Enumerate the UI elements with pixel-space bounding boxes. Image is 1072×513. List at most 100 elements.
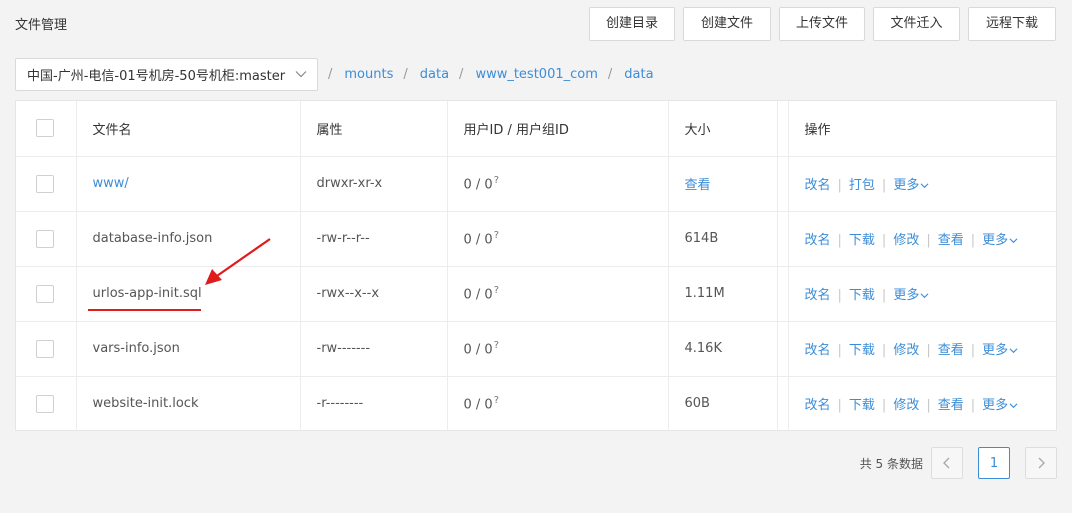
rename-link[interactable]: 改名: [805, 343, 831, 358]
file-owner: 0 / 0?: [447, 321, 669, 377]
annotation-underline: [88, 309, 201, 311]
file-attr: -rw-r--r--: [300, 211, 448, 267]
page-number-button[interactable]: 1: [978, 447, 1010, 479]
rename-link[interactable]: 改名: [805, 288, 831, 303]
file-size: 60B: [668, 376, 778, 431]
breadcrumb-item-mounts[interactable]: mounts: [344, 67, 393, 82]
file-attr: drwxr-xr-x: [300, 156, 448, 212]
file-import-button[interactable]: 文件迁入: [873, 7, 960, 41]
chevron-down-icon: [1009, 348, 1018, 354]
chevron-down-icon: [1009, 403, 1018, 409]
chevron-left-icon: [943, 457, 950, 469]
column-header-attr: 属性: [300, 101, 448, 157]
select-all-checkbox[interactable]: [36, 119, 54, 138]
download-link[interactable]: 下载: [849, 233, 875, 248]
chevron-down-icon: [920, 293, 929, 299]
rename-link[interactable]: 改名: [805, 233, 831, 248]
breadcrumb: / mounts / data / www_test001_com / data: [328, 67, 654, 82]
column-header-ops: 操作: [788, 101, 1056, 157]
row-checkbox[interactable]: [36, 284, 54, 303]
file-size: 4.16K: [668, 321, 778, 377]
create-file-button[interactable]: 创建文件: [683, 7, 771, 41]
breadcrumb-item-data[interactable]: data: [420, 67, 449, 82]
prev-page-button[interactable]: [931, 447, 963, 479]
row-actions: 改名 | 下载 | 修改 | 查看 | 更多: [788, 321, 1056, 377]
toolbar: 创建目录 创建文件 上传文件 文件迁入 远程下载: [589, 7, 1056, 41]
file-owner: 0 / 0?: [447, 266, 669, 322]
upload-file-button[interactable]: 上传文件: [779, 7, 865, 41]
help-icon[interactable]: ?: [494, 175, 499, 186]
column-header-owner: 用户ID / 用户组ID: [447, 101, 669, 157]
pagination: 共 5 条数据 1: [860, 447, 1057, 479]
table-row: database-info.json -rw-r--r-- 0 / 0? 614…: [16, 211, 1056, 267]
edit-link[interactable]: 修改: [893, 398, 919, 413]
column-header-size: 大小: [668, 101, 778, 157]
help-icon[interactable]: ?: [494, 340, 499, 351]
table-row: urlos-app-init.sql -rwx--x--x 0 / 0? 1.1…: [16, 266, 1056, 322]
breadcrumb-item-current[interactable]: data: [624, 67, 653, 82]
row-checkbox[interactable]: [36, 229, 54, 248]
file-attr: -rwx--x--x: [300, 266, 448, 322]
rename-link[interactable]: 改名: [805, 398, 831, 413]
row-checkbox[interactable]: [36, 339, 54, 358]
chevron-down-icon: [295, 71, 307, 78]
chevron-down-icon: [920, 183, 929, 189]
file-owner: 0 / 0?: [447, 211, 669, 267]
help-icon[interactable]: ?: [494, 230, 499, 241]
file-name: vars-info.json: [76, 321, 301, 377]
row-actions: 改名 | 打包 | 更多: [788, 156, 1056, 212]
next-page-button[interactable]: [1025, 447, 1057, 479]
row-checkbox[interactable]: [36, 174, 54, 193]
directory-link[interactable]: www/: [93, 176, 129, 191]
file-size: 614B: [668, 211, 778, 267]
file-owner: 0 / 0?: [447, 376, 669, 431]
view-link[interactable]: 查看: [938, 233, 964, 248]
more-dropdown[interactable]: 更多: [893, 288, 929, 303]
edit-link[interactable]: 修改: [893, 343, 919, 358]
file-attr: -r--------: [300, 376, 448, 431]
pagination-total: 共 5 条数据: [859, 456, 923, 471]
file-size: 1.11M: [668, 266, 778, 322]
select-all-cell: [16, 101, 77, 157]
download-link[interactable]: 下载: [849, 288, 875, 303]
more-dropdown[interactable]: 更多: [982, 233, 1018, 248]
server-select-value: 中国-广州-电信-01号机房-50号机柜:master: [27, 69, 286, 84]
create-directory-button[interactable]: 创建目录: [589, 7, 675, 41]
page-title: 文件管理: [15, 18, 68, 33]
view-size-link[interactable]: 查看: [685, 178, 711, 193]
more-dropdown[interactable]: 更多: [893, 178, 929, 193]
server-select[interactable]: 中国-广州-电信-01号机房-50号机柜:master: [15, 58, 318, 91]
rename-link[interactable]: 改名: [805, 178, 831, 193]
annotation-arrow-icon: [205, 238, 271, 285]
file-name[interactable]: www/: [76, 156, 301, 212]
file-owner: 0 / 0?: [447, 156, 669, 212]
table-header-row: 文件名 属性 用户ID / 用户组ID 大小 操作: [16, 101, 1056, 157]
breadcrumb-item-site[interactable]: www_test001_com: [475, 67, 597, 82]
view-link[interactable]: 查看: [938, 398, 964, 413]
chevron-right-icon: [1038, 457, 1045, 469]
file-size: 查看: [668, 156, 778, 212]
row-checkbox[interactable]: [36, 394, 54, 413]
column-spacer: [777, 101, 789, 157]
row-actions: 改名 | 下载 | 修改 | 查看 | 更多: [788, 211, 1056, 267]
more-dropdown[interactable]: 更多: [982, 398, 1018, 413]
table-row: vars-info.json -rw------- 0 / 0? 4.16K 改…: [16, 321, 1056, 377]
file-attr: -rw-------: [300, 321, 448, 377]
view-link[interactable]: 查看: [938, 343, 964, 358]
help-icon[interactable]: ?: [494, 285, 499, 296]
remote-download-button[interactable]: 远程下载: [968, 7, 1056, 41]
row-actions: 改名 | 下载 | 更多: [788, 266, 1056, 322]
edit-link[interactable]: 修改: [893, 233, 919, 248]
download-link[interactable]: 下载: [849, 343, 875, 358]
help-icon[interactable]: ?: [494, 395, 499, 406]
table-row: www/ drwxr-xr-x 0 / 0? 查看 改名 | 打包 | 更多: [16, 156, 1056, 212]
download-link[interactable]: 下载: [849, 398, 875, 413]
file-name: website-init.lock: [76, 376, 301, 431]
more-dropdown[interactable]: 更多: [982, 343, 1018, 358]
row-actions: 改名 | 下载 | 修改 | 查看 | 更多: [788, 376, 1056, 431]
column-header-name: 文件名: [76, 101, 301, 157]
table-row: website-init.lock -r-------- 0 / 0? 60B …: [16, 376, 1056, 431]
chevron-down-icon: [1009, 238, 1018, 244]
pack-link[interactable]: 打包: [849, 178, 875, 193]
file-table: 文件名 属性 用户ID / 用户组ID 大小 操作 www/ drwxr-xr-…: [15, 100, 1057, 431]
